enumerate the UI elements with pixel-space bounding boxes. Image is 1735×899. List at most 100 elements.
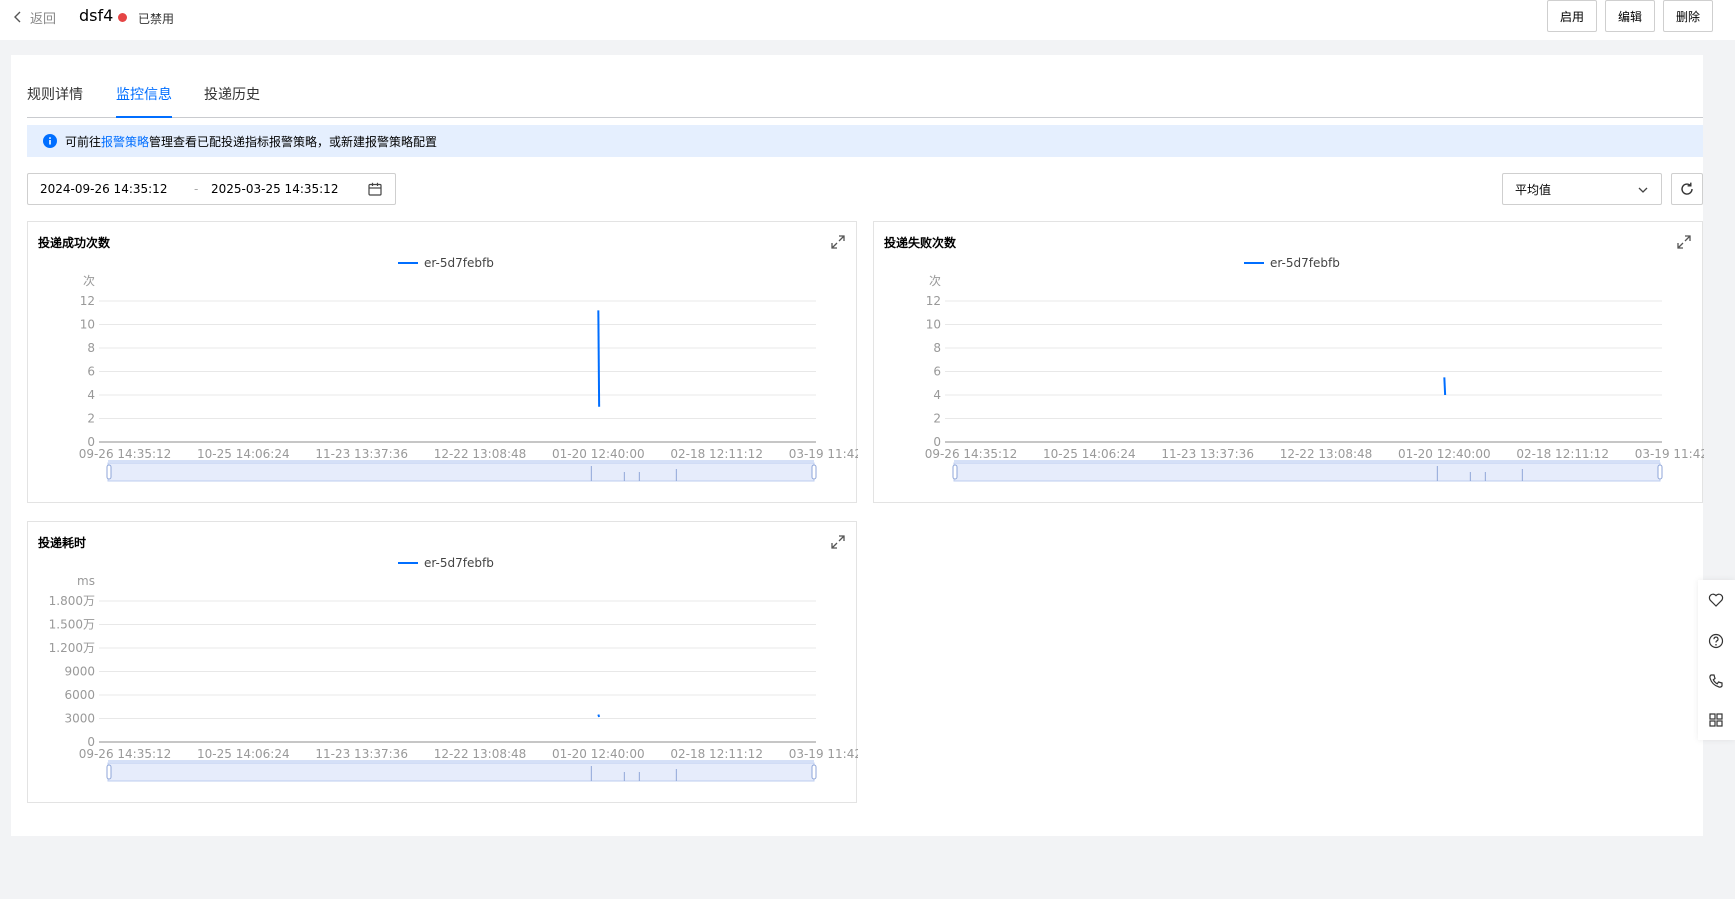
- x-tick-label: 11-23 13:37:36: [315, 747, 408, 761]
- zoom-slider-handle: [106, 764, 112, 780]
- zoom-slider-bar: [954, 460, 1660, 463]
- x-tick-label: 09-26 14:35:12: [79, 747, 172, 761]
- y-axis-unit: ms: [77, 574, 95, 588]
- status-text: 已禁用: [138, 12, 175, 26]
- y-tick-label: 8: [87, 341, 95, 355]
- y-tick-label: 1.200万: [49, 641, 95, 655]
- y-tick-label: 1.500万: [49, 618, 95, 632]
- series-line: [597, 310, 601, 407]
- y-tick-label: 6: [87, 365, 95, 379]
- x-tick-label: 01-20 12:40:00: [552, 747, 645, 761]
- y-tick-label: 2: [933, 412, 941, 426]
- date-end[interactable]: 2025-03-25 14:35:12: [211, 182, 338, 196]
- x-tick-label: 12-22 13:08:48: [434, 747, 527, 761]
- phone-icon[interactable]: [1708, 673, 1724, 689]
- y-tick-label: 10: [926, 318, 941, 332]
- y-tick-label: 8: [933, 341, 941, 355]
- x-tick-label: 10-25 14:06:24: [197, 447, 290, 461]
- x-tick-label: 10-25 14:06:24: [1043, 447, 1136, 461]
- notice-prefix: 可前往: [65, 134, 102, 149]
- y-tick-label: 2: [87, 412, 95, 426]
- x-tick-label: 12-22 13:08:48: [434, 447, 527, 461]
- series-line: [597, 714, 601, 718]
- legend-label: er-5d7febfb: [1270, 256, 1340, 270]
- x-tick-label: 10-25 14:06:24: [197, 747, 290, 761]
- chart-svg: er-5d7febfb次02468101209-26 14:35:12 10-25…: [925, 256, 1704, 482]
- zoom-slider-handle: [952, 464, 958, 480]
- zoom-slider-handle: [811, 764, 817, 780]
- help-icon[interactable]: [1708, 633, 1724, 649]
- zoom-slider-handle: [811, 464, 817, 480]
- chart-svg: er-5d7febfb次02468101209-26 14:35:12 10-25…: [79, 256, 858, 482]
- x-tick-label: 09-26 14:35:12: [925, 447, 1018, 461]
- chart-card-success-count: 投递成功次数 er-5d7febfb 次 0 2 4 6 8 10 12 09-26 14:35:…: [27, 221, 858, 503]
- zoom-slider-handle: [106, 464, 112, 480]
- x-tick-label: 09-26 14:35:12: [79, 447, 172, 461]
- x-tick-label: 03-19 11:42:24: [789, 447, 858, 461]
- y-tick-label: 12: [926, 294, 941, 308]
- rule-name: dsf4: [79, 6, 114, 25]
- x-tick-label: 11-23 13:37:36: [315, 447, 408, 461]
- x-tick-label: 02-18 12:11:12: [1516, 447, 1609, 461]
- x-tick-label: 01-20 12:40:00: [552, 447, 645, 461]
- zoom-slider-bar: [108, 760, 814, 763]
- heart-icon[interactable]: [1708, 592, 1724, 608]
- tab-delivery-history[interactable]: 投递历史: [204, 82, 260, 118]
- aggregation-select[interactable]: 平均值: [1502, 173, 1662, 205]
- x-tick-label: 03-19 11:42:24: [1635, 447, 1704, 461]
- top-bar: 返回 dsf4 已禁用 启用 编辑 删除: [0, 0, 1735, 40]
- chart-svg: er-5d7febfbms03000600090001.200万1.500万1.…: [49, 556, 858, 782]
- tab-monitoring[interactable]: 监控信息: [116, 82, 172, 118]
- delete-button[interactable]: 删除: [1663, 0, 1713, 32]
- enable-button[interactable]: 启用: [1547, 0, 1597, 32]
- date-start[interactable]: 2024-09-26 14:35:12: [40, 182, 167, 196]
- zoom-slider-track: [107, 462, 815, 482]
- main-panel: 规则详情 监控信息 投递历史 可前往 报警策略 管理查看已配投递指标报警策略，或新建…: [11, 55, 1704, 836]
- y-tick-label: 9000: [64, 665, 95, 679]
- calendar-icon[interactable]: [368, 182, 382, 196]
- status-dot: [118, 13, 127, 22]
- date-range-picker[interactable]: 2024-09-26 14:35:12 - 2025-03-25 14:35:1…: [27, 173, 396, 205]
- chevron-down-icon: [1638, 187, 1648, 193]
- series-line: [1443, 377, 1447, 396]
- back-label[interactable]: 返回: [30, 8, 56, 27]
- back-link[interactable]: 返回: [12, 8, 56, 27]
- x-tick-label: 12-22 13:08:48: [1280, 447, 1373, 461]
- date-separator: -: [194, 182, 199, 196]
- x-tick-label: 03-19 11:42:24: [789, 747, 858, 761]
- y-tick-label: 3000: [64, 712, 95, 726]
- info-icon: [43, 134, 57, 148]
- refresh-button[interactable]: [1671, 173, 1703, 205]
- x-tick-label: 02-18 12:11:12: [670, 747, 763, 761]
- aggregation-value: 平均值: [1515, 182, 1552, 197]
- y-tick-label: 4: [933, 388, 941, 402]
- zoom-slider-track: [107, 762, 815, 782]
- y-tick-label: 6000: [64, 688, 95, 702]
- y-axis-unit: 次: [929, 274, 941, 288]
- y-tick-label: 10: [80, 318, 95, 332]
- notice-suffix: 管理查看已配投递指标报警策略，或新建报警策略配置: [149, 134, 438, 149]
- legend-label: er-5d7febfb: [424, 556, 494, 570]
- x-tick-label: 02-18 12:11:12: [670, 447, 763, 461]
- x-tick-label: 11-23 13:37:36: [1161, 447, 1254, 461]
- y-tick-label: 6: [933, 365, 941, 379]
- zoom-slider-track: [953, 462, 1661, 482]
- tab-rule-details[interactable]: 规则详情: [27, 82, 83, 118]
- y-tick-label: 4: [87, 388, 95, 402]
- y-axis-unit: 次: [83, 274, 95, 288]
- floating-toolbar: [1698, 580, 1735, 740]
- info-notice: 可前往 报警策略 管理查看已配投递指标报警策略，或新建报警策略配置: [27, 125, 1703, 157]
- y-tick-label: 1.800万: [49, 594, 95, 608]
- chart-card-failure-count: 投递失败次数 er-5d7febfb 次 0 2 4 6 8 10 12 09-26 14:35:…: [873, 221, 1704, 503]
- alarm-policy-link[interactable]: 报警策略: [101, 133, 149, 150]
- chart-card-duration: 投递耗时 er-5d7febfb ms 0 3000 6000 9000 1.200万 1.5…: [27, 521, 858, 803]
- refresh-icon: [1681, 182, 1693, 195]
- chevron-left-icon: [14, 11, 21, 23]
- edit-button[interactable]: 编辑: [1605, 0, 1655, 32]
- x-tick-label: 01-20 12:40:00: [1398, 447, 1491, 461]
- y-tick-label: 12: [80, 294, 95, 308]
- zoom-slider-bar: [108, 460, 814, 463]
- zoom-slider-handle: [1657, 464, 1663, 480]
- tab-bar: 规则详情 监控信息 投递历史: [27, 82, 1703, 118]
- apps-grid-icon[interactable]: [1708, 712, 1724, 728]
